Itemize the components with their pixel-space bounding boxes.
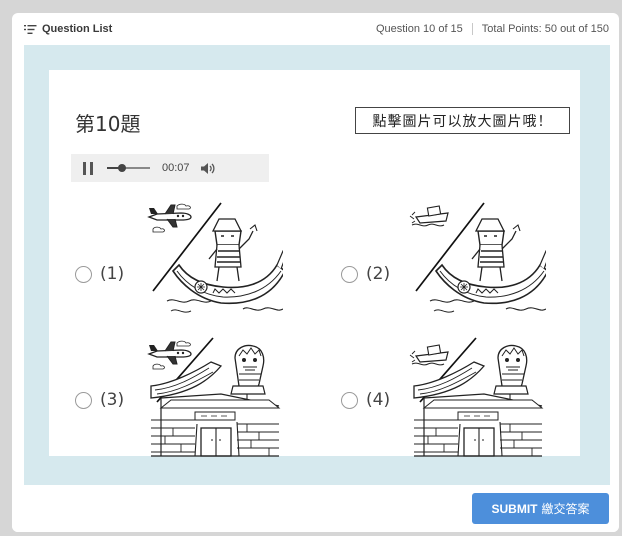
option-4[interactable]: (4) <box>341 390 390 410</box>
option-label: (1) <box>100 264 125 284</box>
radio-button[interactable] <box>341 391 358 409</box>
boat-person-illustration <box>166 218 283 313</box>
question-title: 第10題 <box>75 112 141 136</box>
submit-button[interactable]: SUBMIT 繳交答案 <box>472 493 609 524</box>
submit-label-zh: 繳交答案 <box>541 502 590 516</box>
pause-icon <box>83 161 86 175</box>
option-label: (3) <box>100 390 125 410</box>
footer-bar: SUBMIT 繳交答案 <box>12 485 619 532</box>
audio-player: 00:07 <box>71 154 269 182</box>
total-points: Total Points: 50 out of 150 <box>481 23 609 35</box>
audio-progress-slider[interactable] <box>107 162 150 174</box>
question-stage: 第10題 點擊圖片可以放大圖片哦！ 00:07 (1) (2) (3) (4) <box>24 45 610 485</box>
temple-lion-illustration <box>150 344 280 457</box>
question-progress: Question 10 of 15 <box>375 23 463 35</box>
top-bar: Question List Question 10 of 15 Total Po… <box>12 13 619 45</box>
slider-knob[interactable] <box>118 164 127 172</box>
airplane-icon <box>148 340 192 370</box>
option-2[interactable]: (2) <box>341 264 390 284</box>
quiz-window: Question List Question 10 of 15 Total Po… <box>12 13 619 532</box>
airplane-icon <box>148 203 192 233</box>
ship-icon <box>409 205 449 227</box>
radio-button[interactable] <box>75 265 92 283</box>
zoom-hint-box: 點擊圖片可以放大圖片哦！ <box>355 107 570 134</box>
radio-button[interactable] <box>75 391 92 409</box>
question-card: 第10題 點擊圖片可以放大圖片哦！ 00:07 (1) (2) (3) (4) <box>49 70 580 457</box>
boat-person-illustration <box>429 218 546 313</box>
option-label: (2) <box>366 264 391 284</box>
list-icon <box>24 24 37 34</box>
option-1-picture[interactable] <box>143 195 283 325</box>
ship-icon <box>409 344 449 366</box>
option-4-picture[interactable] <box>406 332 546 462</box>
audio-time: 00:07 <box>162 162 190 174</box>
radio-button[interactable] <box>341 265 358 283</box>
volume-icon[interactable] <box>200 162 215 175</box>
pause-button[interactable] <box>83 161 93 175</box>
divider <box>471 23 473 35</box>
question-list-button[interactable]: Question List <box>24 23 112 35</box>
option-label: (4) <box>366 390 391 410</box>
submit-label-en: SUBMIT <box>491 501 538 516</box>
option-2-picture[interactable] <box>406 195 546 325</box>
pause-icon <box>90 161 93 175</box>
option-1[interactable]: (1) <box>75 264 124 284</box>
temple-lion-illustration <box>413 344 543 457</box>
question-list-label: Question List <box>42 23 113 35</box>
option-3[interactable]: (3) <box>75 390 124 410</box>
option-3-picture[interactable] <box>143 332 283 462</box>
